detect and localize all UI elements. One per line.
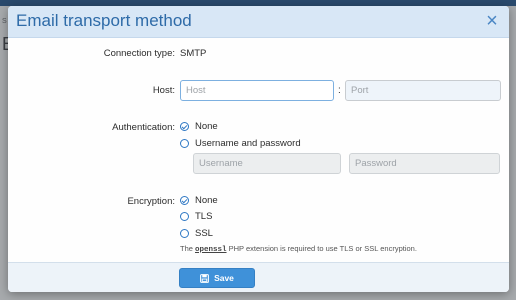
radio-checked-icon[interactable] — [180, 122, 189, 131]
radio-unchecked-icon[interactable] — [180, 212, 189, 221]
background-partial-text: S — [2, 18, 7, 25]
authentication-label: Authentication: — [112, 122, 175, 133]
save-button[interactable]: Save — [179, 268, 255, 288]
note-prefix: The — [180, 244, 196, 253]
auth-option-username-password[interactable]: Username and password — [180, 137, 301, 150]
encryption-option-tls-label: TLS — [195, 211, 213, 222]
encryption-label: Encryption: — [127, 196, 175, 207]
save-button-label: Save — [214, 273, 234, 283]
username-input[interactable] — [193, 153, 341, 174]
encryption-option-ssl[interactable]: SSL — [180, 227, 213, 240]
password-input[interactable] — [349, 153, 500, 174]
auth-option-none-label: None — [195, 121, 218, 132]
dialog-footer: Save — [8, 262, 509, 292]
radio-checked-icon[interactable] — [180, 196, 189, 205]
connection-type-value: SMTP — [180, 48, 207, 59]
dialog-title: Email transport method — [16, 11, 192, 30]
host-port-separator: : — [338, 85, 341, 96]
radio-unchecked-icon[interactable] — [180, 229, 189, 238]
email-transport-dialog: Email transport method × Connection type… — [8, 6, 509, 292]
encryption-option-none[interactable]: None — [180, 194, 218, 207]
auth-option-none[interactable]: None — [180, 120, 218, 133]
dialog-header: Email transport method × — [8, 6, 509, 38]
port-input[interactable] — [345, 80, 501, 101]
radio-unchecked-icon[interactable] — [180, 139, 189, 148]
note-code: openssl — [195, 246, 227, 254]
connection-type-label: Connection type: — [103, 48, 175, 59]
encryption-option-tls[interactable]: TLS — [180, 210, 212, 223]
auth-option-username-password-label: Username and password — [195, 138, 301, 149]
encryption-option-ssl-label: SSL — [195, 228, 213, 239]
host-input[interactable] — [180, 80, 334, 101]
encryption-option-none-label: None — [195, 195, 218, 206]
note-suffix: PHP extension is required to use TLS or … — [226, 244, 417, 253]
close-icon[interactable]: × — [483, 10, 501, 32]
floppy-disk-icon — [200, 273, 209, 283]
openssl-requirement-note: The openssl PHP extension is required to… — [180, 244, 417, 254]
host-label: Host: — [152, 85, 175, 96]
